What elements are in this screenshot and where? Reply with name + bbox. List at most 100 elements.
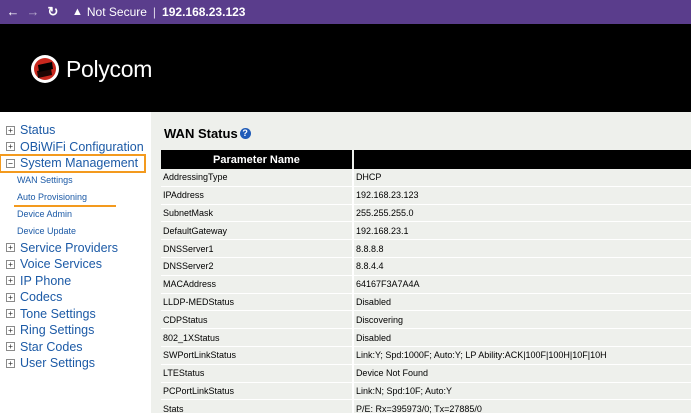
parameter-name-cell: IPAddress (161, 186, 353, 205)
sidebar-subitem-auto-provisioning[interactable]: Auto Provisioning (0, 189, 151, 207)
column-header-parameter-name: Parameter Name (161, 150, 353, 169)
expand-icon[interactable]: + (6, 142, 15, 152)
table-row: DNSServer1 8.8.8.8 (161, 239, 691, 258)
parameter-value-cell: 192.168.23.1 (351, 221, 691, 241)
sidebar-item-label: Service Providers (20, 240, 118, 255)
sidebar-item-ring-settings[interactable]: + Ring Settings (0, 322, 151, 339)
polycom-logo: Polycom (30, 54, 152, 84)
sidebar-item-label: IP Phone (20, 273, 72, 288)
security-label[interactable]: Not Secure (87, 5, 147, 19)
parameter-value-cell: 8.8.4.4 (351, 257, 691, 276)
table-row: PCPortLinkStatus Link:N; Spd:10F; Auto:Y (161, 382, 691, 401)
parameter-value-cell: 192.168.23.123 (351, 186, 691, 205)
sidebar-subitem-label: Auto Provisioning (17, 192, 88, 202)
table-row: Stats P/E: Rx=395973/0; Tx=27885/0 (161, 399, 691, 418)
table-row: DNSServer2 8.8.4.4 (161, 257, 691, 276)
expand-icon[interactable]: + (6, 342, 15, 352)
parameter-name-cell: LLDP-MEDStatus (161, 293, 353, 312)
parameter-name-cell: DefaultGateway (161, 221, 353, 241)
parameter-value-cell: 8.8.8.8 (351, 239, 691, 258)
logo-text: Polycom (66, 55, 153, 82)
sidebar-subitem-label: Device Update (17, 226, 77, 236)
expand-icon[interactable]: + (6, 276, 15, 286)
sidebar-item-label: Star Codes (20, 339, 83, 354)
expand-icon[interactable]: + (6, 243, 15, 253)
expand-icon[interactable]: + (6, 292, 15, 302)
sidebar-item-label: OBiWiFi Configuration (20, 139, 144, 154)
parameter-value-cell: 255.255.255.0 (351, 204, 691, 223)
sidebar-subitem-label: Device Admin (17, 209, 73, 219)
table-row: LLDP-MEDStatus Disabled (161, 293, 691, 312)
sidebar-item-label: Status (20, 123, 56, 138)
parameter-value-cell: Device Not Found (351, 364, 691, 383)
expand-icon[interactable]: + (6, 309, 15, 319)
sidebar-item-label: Voice Services (20, 257, 102, 272)
sidebar-item-star-codes[interactable]: + Star Codes (0, 339, 151, 356)
table-row: MACAddress 64167F3A7A4A (161, 275, 691, 294)
parameter-name-cell: MACAddress (161, 275, 353, 294)
expand-icon[interactable]: + (6, 125, 15, 135)
sidebar-item-service-providers[interactable]: + Service Providers (0, 240, 151, 257)
sidebar-item-label: System Management (20, 156, 139, 171)
parameter-name-cell: Stats (161, 399, 353, 418)
parameter-value-cell: Disabled (351, 328, 691, 347)
warning-icon: ▲ (72, 6, 83, 18)
parameter-name-cell: PCPortLinkStatus (161, 382, 353, 401)
expand-icon[interactable]: + (6, 259, 15, 269)
parameter-value-cell: Link:N; Spd:10F; Auto:Y (351, 382, 691, 401)
sidebar-item-label: User Settings (20, 356, 96, 371)
sidebar-item-voice-services[interactable]: + Voice Services (0, 256, 151, 273)
table-row: 802_1XStatus Disabled (161, 328, 691, 347)
parameter-value-cell: DHCP (351, 169, 691, 187)
table-row: LTEStatus Device Not Found (161, 364, 691, 383)
sidebar-item-obiwifi-configuration[interactable]: + OBiWiFi Configuration (0, 139, 151, 156)
sidebar-subitem-wan-settings[interactable]: WAN Settings (0, 172, 151, 189)
sidebar-item-codecs[interactable]: + Codecs (0, 289, 151, 306)
parameter-value-cell: Discovering (351, 310, 691, 330)
parameter-name-cell: SWPortLinkStatus (161, 346, 353, 365)
sidebar-subitem-device-admin[interactable]: Device Admin (0, 206, 151, 223)
parameter-name-cell: SubnetMask (161, 204, 353, 223)
parameter-name-cell: DNSServer2 (161, 257, 353, 276)
page-title: WAN Status ? (164, 126, 251, 141)
forward-arrow-icon[interactable]: → (26, 0, 40, 24)
reload-icon[interactable]: ↻ (46, 0, 60, 24)
browser-toolbar: ← → ↻ ▲ Not Secure | 192.168.23.123 (0, 0, 691, 24)
sidebar-item-user-settings[interactable]: + User Settings (0, 355, 151, 372)
parameter-name-cell: LTEStatus (161, 364, 353, 383)
wan-status-table: Parameter Name AddressingType DHCP IPAddre… (161, 150, 691, 418)
sidebar-item-label: Tone Settings (20, 306, 96, 321)
parameter-name-cell: CDPStatus (161, 310, 353, 330)
table-row: IPAddress 192.168.23.123 (161, 186, 691, 205)
sidebar-item-label: Ring Settings (20, 323, 95, 338)
table-row: SubnetMask 255.255.255.0 (161, 204, 691, 223)
help-icon[interactable]: ? (239, 128, 251, 139)
sidebar-item-label: Codecs (20, 290, 63, 305)
sidebar-item-status[interactable]: + Status (0, 122, 151, 139)
parameter-name-cell: DNSServer1 (161, 239, 353, 258)
sidebar-subitem-label: WAN Settings (17, 175, 73, 185)
main-content: WAN Status ? Parameter Name AddressingTy… (151, 112, 691, 418)
sidebar-subitem-device-update[interactable]: Device Update (0, 223, 151, 240)
page-title-text: WAN Status (164, 126, 238, 141)
polycom-logo-icon (31, 55, 59, 83)
parameter-value-cell: Link:Y; Spd:1000F; Auto:Y; LP Ability:AC… (351, 346, 691, 365)
sidebar-item-ip-phone[interactable]: + IP Phone (0, 273, 151, 290)
parameter-value-cell: P/E: Rx=395973/0; Tx=27885/0 (351, 399, 691, 418)
sidebar-item-tone-settings[interactable]: + Tone Settings (0, 306, 151, 323)
collapse-icon[interactable]: − (6, 158, 15, 168)
table-row: AddressingType DHCP (161, 169, 691, 187)
address-bar-url[interactable]: 192.168.23.123 (162, 5, 245, 19)
table-row: DefaultGateway 192.168.23.1 (161, 221, 691, 241)
column-header-value (351, 150, 691, 169)
parameter-value-cell: Disabled (351, 293, 691, 312)
sidebar-item-system-management[interactable]: − System Management (0, 154, 146, 173)
expand-icon[interactable]: + (6, 358, 15, 368)
sidebar-menu: + Status + OBiWiFi Configuration − Syste… (0, 122, 151, 372)
url-separator: | (152, 5, 157, 19)
parameter-value-cell: 64167F3A7A4A (351, 275, 691, 294)
parameter-name-cell: AddressingType (161, 169, 353, 187)
page-header: Polycom (0, 24, 691, 112)
back-arrow-icon[interactable]: ← (6, 0, 20, 24)
expand-icon[interactable]: + (6, 325, 15, 335)
